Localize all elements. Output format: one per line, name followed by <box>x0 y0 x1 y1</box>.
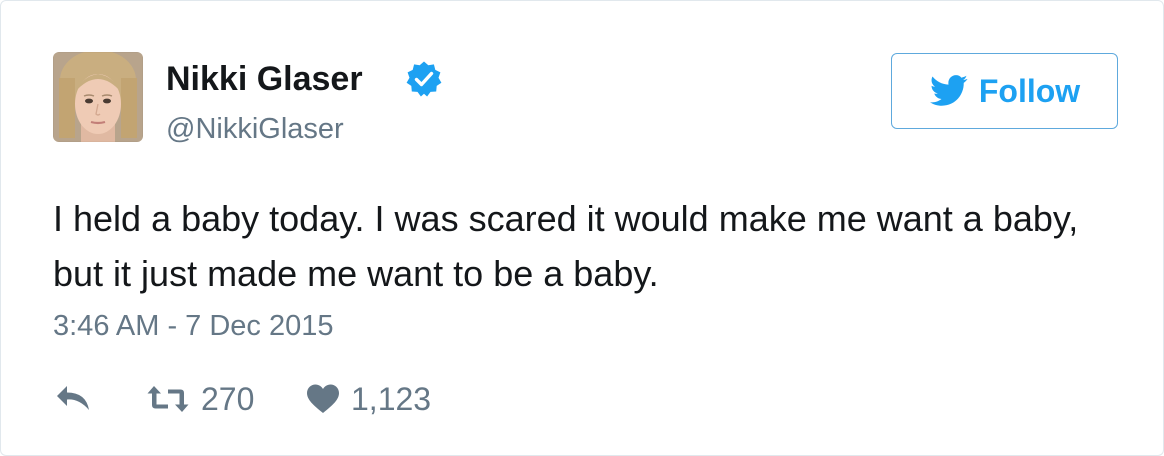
retweet-button[interactable]: 270 <box>145 377 254 421</box>
user-handle[interactable]: @NikkiGlaser <box>166 111 344 147</box>
reply-button[interactable] <box>55 377 95 421</box>
retweet-count: 270 <box>201 381 255 417</box>
avatar[interactable] <box>53 52 143 142</box>
twitter-bird-icon <box>929 75 968 106</box>
avatar-image <box>53 52 143 142</box>
like-button[interactable]: 1,123 <box>305 377 431 421</box>
tweet-actions: 270 1,123 <box>53 377 753 421</box>
tweet-timestamp[interactable]: 3:46 AM - 7 Dec 2015 <box>53 308 334 344</box>
heart-icon <box>307 384 339 413</box>
verified-badge-icon <box>405 60 443 98</box>
tweet-text: I held a baby today. I was scared it wou… <box>53 198 1079 294</box>
retweet-icon <box>147 386 189 412</box>
follow-button-label: Follow <box>978 73 1081 109</box>
tweet-card: Nikki Glaser @NikkiGlaser Follow I held … <box>0 0 1164 456</box>
display-name[interactable]: Nikki Glaser <box>166 59 363 99</box>
reply-icon <box>57 386 89 410</box>
follow-button[interactable]: Follow <box>891 53 1118 129</box>
like-count: 1,123 <box>351 381 432 417</box>
